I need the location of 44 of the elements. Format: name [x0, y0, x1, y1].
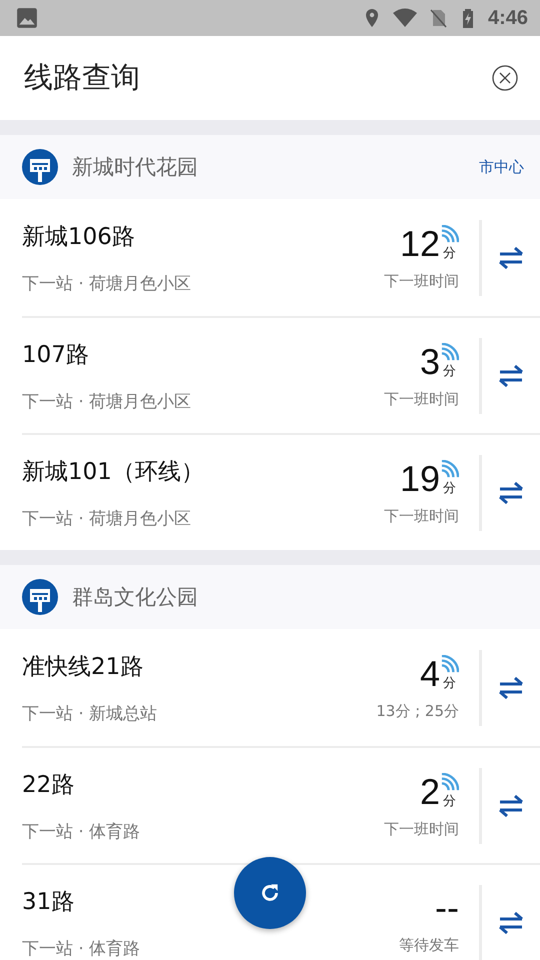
route-row[interactable]: 新城106路 下一站 · 荷塘月色小区 12 分 下一班时间: [22, 199, 540, 316]
route-name: 新城106路: [22, 222, 135, 252]
direction-link[interactable]: 市中心: [479, 158, 524, 176]
minutes-unit: 分: [443, 362, 456, 380]
image-icon: [16, 7, 38, 29]
route-name: 22路: [22, 770, 74, 800]
schedule-note: 等待发车: [399, 936, 459, 955]
wifi-icon: [392, 8, 418, 28]
route-name: 新城101（环线）: [22, 458, 204, 486]
arrival-minutes: 12: [400, 226, 440, 262]
stop-name: 新城时代花园: [72, 154, 199, 181]
arrival-minutes: --: [435, 890, 459, 926]
no-sim-icon: [428, 8, 448, 28]
next-stop: 下一站 · 荷塘月色小区: [22, 272, 192, 294]
schedule-note: 下一班时间: [384, 506, 459, 526]
route-name: 31路: [22, 888, 74, 916]
route-row[interactable]: 准快线21路 下一站 · 新城总站 4 分 13分 ; 25分: [22, 629, 540, 746]
minutes-unit: 分: [443, 480, 456, 496]
route-name: 准快线21路: [22, 652, 144, 682]
arrival-minutes: 19: [400, 460, 440, 496]
clock-time: 4:46: [488, 6, 528, 30]
schedule-note: 下一班时间: [384, 272, 459, 290]
minutes-unit: 分: [443, 244, 456, 262]
schedule-note: 下一班时间: [384, 820, 459, 838]
page-title: 线路查询: [24, 59, 140, 96]
stop-name: 群岛文化公园: [72, 584, 199, 611]
schedule-note: 13分 ; 25分: [376, 702, 459, 720]
bus-stop-icon: [22, 579, 58, 615]
arrival-minutes: 4: [420, 656, 440, 692]
next-stop: 下一站 · 荷塘月色小区: [22, 390, 192, 412]
bus-stop-icon: [22, 149, 58, 185]
next-stop: 下一站 · 体育路: [22, 938, 140, 960]
arrival-minutes: 2: [420, 774, 440, 810]
next-stop: 下一站 · 荷塘月色小区: [22, 508, 192, 530]
route-name: 107路: [22, 340, 89, 370]
schedule-note: 下一班时间: [384, 390, 459, 408]
arrival-minutes: 3: [420, 344, 440, 380]
refresh-button[interactable]: [234, 857, 306, 929]
close-button[interactable]: [492, 65, 518, 91]
minutes-unit: 分: [443, 674, 456, 692]
next-stop: 下一站 · 新城总站: [22, 702, 158, 724]
next-stop: 下一站 · 体育路: [22, 820, 140, 842]
minutes-unit: 分: [443, 792, 456, 810]
route-row[interactable]: 107路 下一站 · 荷塘月色小区 3 分 下一班时间: [22, 316, 540, 433]
